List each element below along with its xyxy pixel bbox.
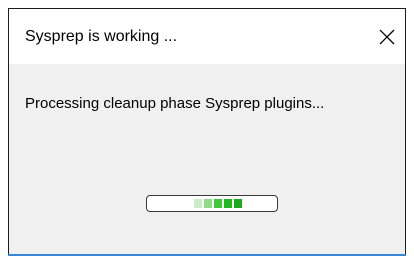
progress-track: [150, 199, 274, 208]
progress-marquee-block: [194, 199, 202, 208]
progress-marquee-block: [234, 199, 242, 208]
close-icon: [379, 29, 395, 45]
screen: Sysprep is working ... Processing cleanu…: [0, 0, 414, 262]
progress-marquee-block: [204, 199, 212, 208]
marquee-progress-bar: [146, 195, 278, 212]
progress-marquee-block: [214, 199, 222, 208]
window-bottom-accent: [8, 254, 406, 256]
dialog-title: Sysprep is working ...: [25, 28, 178, 45]
title-bar[interactable]: Sysprep is working ...: [9, 9, 405, 64]
sysprep-dialog: Sysprep is working ... Processing cleanu…: [8, 8, 406, 256]
close-button[interactable]: [369, 19, 405, 55]
progress-marquee-block: [224, 199, 232, 208]
status-message: Processing cleanup phase Sysprep plugins…: [25, 95, 325, 112]
